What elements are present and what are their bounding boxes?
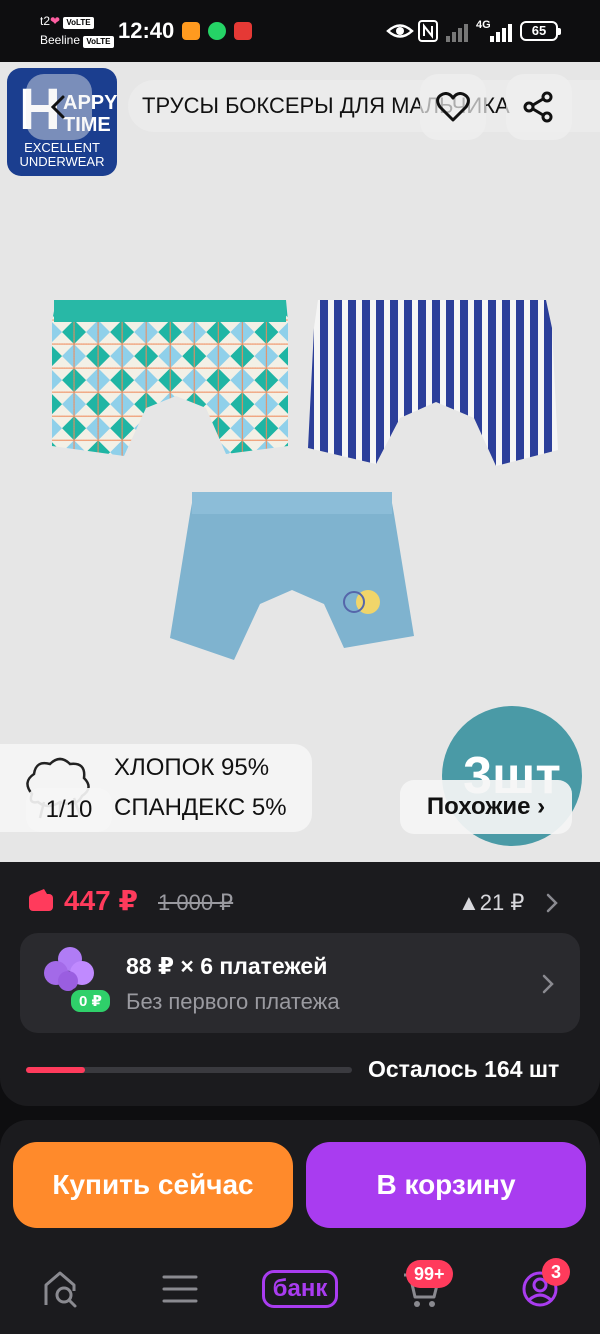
blue-boxers-image (170, 492, 414, 660)
share-icon (523, 91, 553, 123)
price-delta[interactable]: ▲21 ₽ (458, 890, 524, 916)
old-price: 1 000 ₽ (158, 890, 234, 915)
chevron-left-icon (50, 95, 65, 119)
eye-icon (386, 24, 414, 38)
add-to-cart-button[interactable]: В корзину (306, 1142, 586, 1228)
installment-zero-badge: 0 ₽ (68, 987, 113, 1015)
nav-home[interactable] (30, 1262, 90, 1316)
stock-progress (26, 1067, 352, 1073)
share-button[interactable] (506, 74, 572, 140)
similar-button[interactable]: Похожие › (400, 780, 572, 834)
striped-boxers-image (308, 300, 558, 466)
product-gallery[interactable]: ХЛОПОК 95% СПАНДЕКС 5% 1/10 3шт Похожие … (0, 62, 600, 862)
menu-icon (162, 1275, 198, 1303)
favorite-button[interactable] (420, 74, 486, 140)
nav-bank[interactable]: банк (256, 1262, 344, 1316)
nav-catalog[interactable] (150, 1262, 210, 1316)
stock-progress-fill (26, 1067, 85, 1073)
nfc-icon (418, 20, 438, 42)
profile-badge: 3 (542, 1258, 570, 1286)
composition-spandex: СПАНДЕКС 5% (114, 794, 287, 821)
image-counter: 1/10 (26, 788, 112, 832)
volte-badge-2: VoLTE (83, 36, 114, 48)
installment-chevron-icon (542, 974, 554, 994)
cart-badge: 99+ (406, 1260, 453, 1288)
brand-line3: EXCELLENT (24, 140, 100, 155)
app-notification-icon (182, 22, 200, 40)
signal-strong-icon (490, 24, 512, 42)
stock-remaining: Осталось 164 шт (368, 1056, 560, 1082)
installment-card[interactable]: 0 ₽ 88 ₽ × 6 платежей Без первого платеж… (20, 933, 580, 1033)
composition-cotton: ХЛОПОК 95% (114, 754, 270, 781)
volte-badge-1: VoLTE (63, 17, 94, 29)
carrier-2: Beeline VoLTE (40, 33, 114, 48)
carrier-2-label: Beeline (40, 33, 81, 47)
battery-indicator: 65 (520, 21, 561, 41)
installment-title: 88 ₽ × 6 платежей (126, 953, 328, 979)
status-bar: t2❤ VoLTE Beeline VoLTE 12:40 4G 65 (0, 0, 600, 62)
chevron-right-icon[interactable] (544, 892, 560, 914)
buy-now-button[interactable]: Купить сейчас (13, 1142, 293, 1228)
heart-icon (436, 92, 470, 122)
argyle-boxers-image (52, 300, 288, 456)
wallet-icon (29, 889, 53, 911)
bank-label: банк (261, 1270, 339, 1308)
whatsapp-icon (208, 22, 226, 40)
carrier-1: t2❤ VoLTE (40, 14, 94, 29)
installment-subtitle: Без первого платежа (126, 989, 340, 1014)
back-button[interactable] (26, 74, 92, 140)
signal-weak-icon (446, 24, 468, 42)
clock: 12:40 (118, 18, 175, 43)
current-price: 447 ₽ (64, 885, 138, 916)
carrier-1-label: t2 (40, 14, 51, 28)
app-notification-icon-2 (234, 22, 252, 40)
home-search-icon (44, 1271, 77, 1308)
brand-line4: UNDERWEAR (19, 154, 105, 169)
